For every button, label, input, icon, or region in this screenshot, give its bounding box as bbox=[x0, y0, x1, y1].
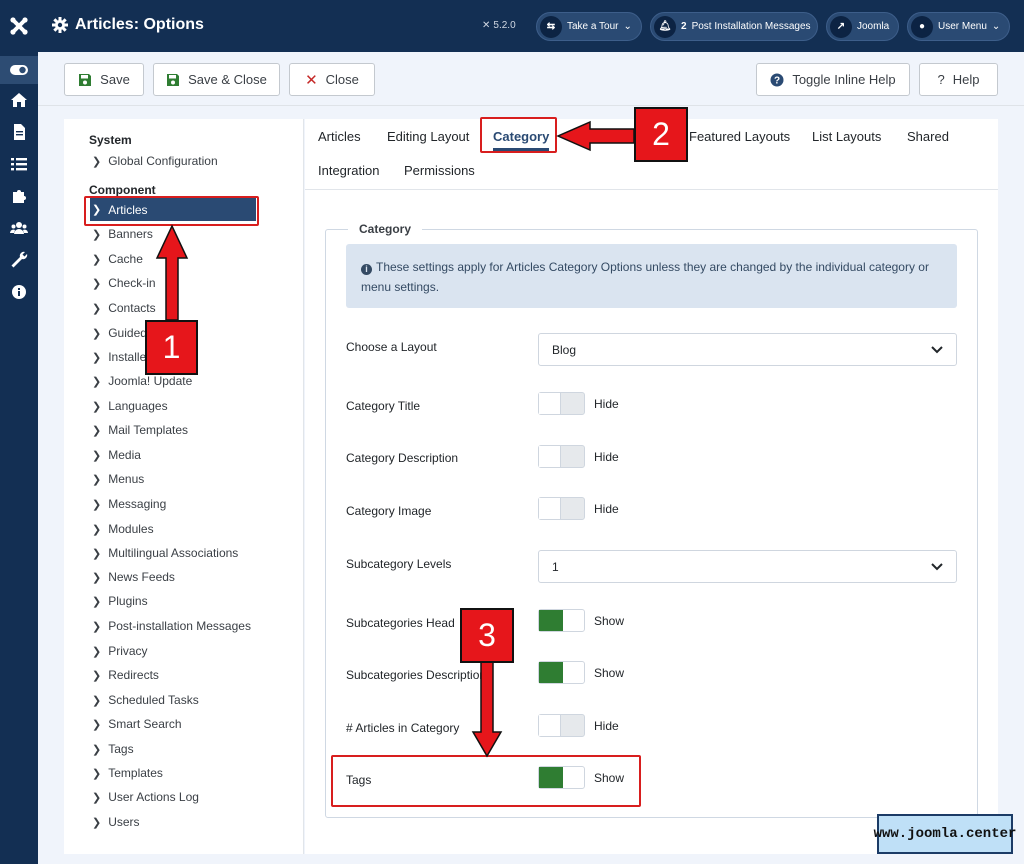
annotation-arrows bbox=[155, 120, 635, 758]
arrow-to-articles bbox=[155, 224, 189, 321]
arrow-to-tags bbox=[471, 661, 503, 758]
annotation-number-2: 2 bbox=[634, 107, 688, 162]
annotation-number-1: 1 bbox=[145, 320, 198, 375]
arrow-to-category-tab bbox=[556, 120, 635, 152]
annotation-number-3: 3 bbox=[460, 608, 514, 663]
watermark: www.joomla.center bbox=[874, 814, 1016, 854]
